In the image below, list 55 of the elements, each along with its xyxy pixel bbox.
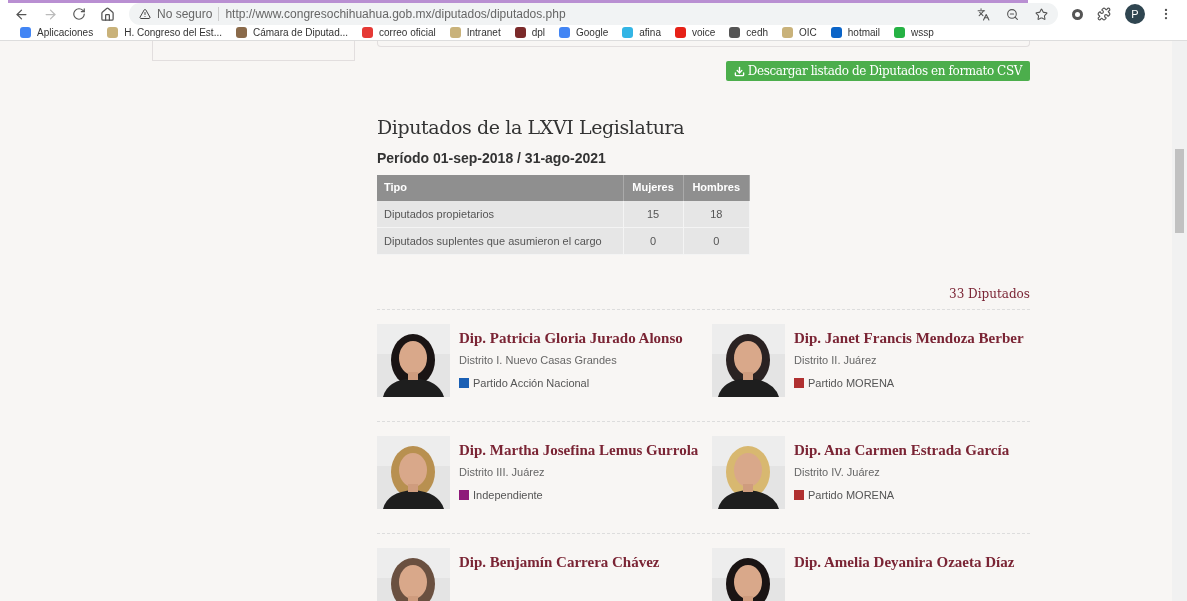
column-header: Tipo bbox=[377, 174, 624, 201]
party-text: Partido MORENA bbox=[808, 487, 895, 503]
district-text: Distrito III. Juárez bbox=[459, 465, 546, 480]
zoom-icon[interactable] bbox=[1006, 7, 1019, 21]
deputy-name-link[interactable]: Dip. Benjamín Carrera Chávez bbox=[459, 552, 660, 572]
bookmark-link[interactable]: OIC bbox=[799, 25, 817, 40]
deputy-name-link[interactable]: Dip. Ana Carmen Estrada García bbox=[794, 440, 1010, 460]
security-label: No seguro bbox=[157, 6, 213, 23]
bookmark-link[interactable]: Google bbox=[576, 25, 609, 40]
extensions-icon[interactable] bbox=[1097, 7, 1111, 21]
bookmark-link[interactable]: cedh bbox=[746, 25, 768, 40]
column-header: Hombres bbox=[683, 174, 750, 201]
table-cell: Diputados propietarios bbox=[377, 200, 624, 228]
bookmark-link[interactable]: hotmail bbox=[847, 25, 881, 40]
district-text: Distrito I. Nuevo Casas Grandes bbox=[459, 353, 618, 368]
column-header: Mujeres bbox=[623, 174, 684, 201]
download-icon bbox=[733, 65, 745, 77]
table-cell: 0 bbox=[623, 227, 684, 255]
bookmark-link[interactable]: correo oficial bbox=[379, 25, 436, 40]
deputy-name-link[interactable]: Dip. Amelia Deyanira Ozaeta Díaz bbox=[794, 552, 1015, 572]
table-cell: Diputados suplentes que asumieron el cargo bbox=[377, 227, 624, 255]
table-cell: 15 bbox=[623, 200, 684, 228]
district-text: Distrito II. Juárez bbox=[794, 353, 878, 368]
table-cell: 18 bbox=[683, 200, 750, 228]
translate-icon[interactable] bbox=[977, 7, 990, 21]
party-text: Partido MORENA bbox=[808, 375, 895, 391]
bookmark-link[interactable]: Aplicaciones bbox=[37, 25, 94, 40]
deputy-count: 33 Diputados bbox=[949, 286, 1030, 303]
scrollbar-thumb[interactable] bbox=[1175, 149, 1184, 233]
deputy-name-link[interactable]: Dip. Martha Josefina Lemus Gurrola bbox=[459, 440, 699, 460]
deputy-name-link[interactable]: Dip. Janet Francis Mendoza Berber bbox=[794, 328, 1024, 348]
extension-icon[interactable] bbox=[1072, 8, 1083, 20]
bookmark-link[interactable]: voice bbox=[691, 25, 716, 40]
reload-button[interactable] bbox=[72, 7, 86, 21]
table-cell: 0 bbox=[683, 227, 750, 255]
bookmark-link[interactable]: wssp bbox=[911, 25, 934, 40]
profile-avatar[interactable]: P bbox=[1125, 4, 1145, 24]
back-button[interactable] bbox=[14, 6, 29, 22]
party-text: Partido Acción Nacional bbox=[473, 375, 590, 391]
party-text: Independiente bbox=[473, 487, 543, 503]
deputy-name-link[interactable]: Dip. Patricia Gloria Jurado Alonso bbox=[459, 328, 683, 348]
bookmark-link[interactable]: dpl bbox=[531, 25, 546, 40]
period-text: Período 01-sep-2018 / 31-ago-2021 bbox=[377, 148, 606, 168]
bookmark-star-icon[interactable] bbox=[1035, 7, 1048, 21]
url-text: http://www.congresochihuahua.gob.mx/diputados/diputados.php bbox=[225, 6, 566, 23]
scrollbar[interactable] bbox=[1172, 41, 1187, 601]
home-button[interactable] bbox=[100, 6, 115, 22]
district-text: Distrito IV. Juárez bbox=[794, 465, 881, 480]
page-title: Diputados de la LXVI Legislatura bbox=[377, 115, 685, 140]
bookmark-link[interactable]: Cámara de Diputad... bbox=[253, 25, 349, 40]
bookmark-link[interactable]: H. Congreso del Est... bbox=[124, 25, 222, 40]
bookmark-link[interactable]: Intranet bbox=[466, 25, 501, 40]
bookmark-link[interactable]: afina bbox=[639, 25, 661, 40]
address-bar[interactable]: No seguro http://www.congresochihuahua.gob.mx/diputados/diputados.php bbox=[129, 3, 1058, 25]
warning-icon bbox=[139, 8, 151, 20]
